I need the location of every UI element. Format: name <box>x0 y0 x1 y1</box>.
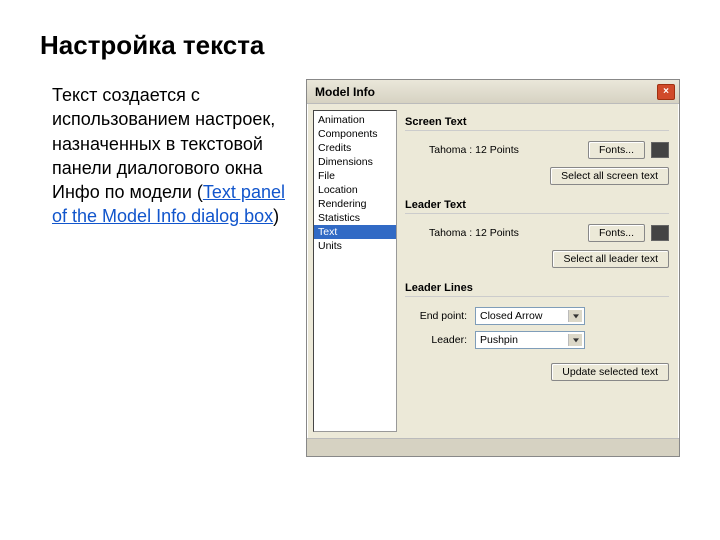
sidebar-item-location[interactable]: Location <box>314 183 396 197</box>
screen-text-font-desc: Tahoma : 12 Points <box>405 144 588 156</box>
leader-select[interactable]: Pushpin <box>475 331 585 349</box>
sidebar-item-statistics[interactable]: Statistics <box>314 211 396 225</box>
select-all-leader-text-button[interactable]: Select all leader text <box>552 250 669 268</box>
titlebar: Model Info × <box>307 80 679 104</box>
sidebar-item-credits[interactable]: Credits <box>314 141 396 155</box>
endpoint-value: Closed Arrow <box>480 310 542 322</box>
sidebar-item-units[interactable]: Units <box>314 239 396 253</box>
chevron-down-icon <box>573 338 579 342</box>
sidebar-item-file[interactable]: File <box>314 169 396 183</box>
select-all-screen-text-button[interactable]: Select all screen text <box>550 167 669 185</box>
slide-title: Настройка текста <box>40 30 680 61</box>
leader-label: Leader: <box>405 334 475 346</box>
screen-text-heading: Screen Text <box>405 116 669 128</box>
category-sidebar: Animation Components Credits Dimensions … <box>313 110 397 432</box>
status-bar <box>307 438 679 456</box>
endpoint-select[interactable]: Closed Arrow <box>475 307 585 325</box>
sidebar-item-text[interactable]: Text <box>314 225 396 239</box>
slide-body-text: Текст создается с использованием настрое… <box>40 79 290 457</box>
leader-text-fonts-button[interactable]: Fonts... <box>588 224 645 242</box>
update-selected-text-button[interactable]: Update selected text <box>551 363 669 381</box>
body-suffix: ) <box>273 206 279 226</box>
divider <box>405 213 669 214</box>
close-button[interactable]: × <box>657 84 675 100</box>
dialog-title: Model Info <box>315 85 657 99</box>
screen-text-fonts-button[interactable]: Fonts... <box>588 141 645 159</box>
sidebar-item-rendering[interactable]: Rendering <box>314 197 396 211</box>
leader-text-heading: Leader Text <box>405 199 669 211</box>
screen-text-color-swatch[interactable] <box>651 142 669 158</box>
leader-value: Pushpin <box>480 334 518 346</box>
text-settings-panel: Screen Text Tahoma : 12 Points Fonts... … <box>403 110 673 432</box>
leader-lines-heading: Leader Lines <box>405 282 669 294</box>
model-info-dialog: Model Info × Animation Components Credit… <box>306 79 680 457</box>
endpoint-label: End point: <box>405 310 475 322</box>
sidebar-item-dimensions[interactable]: Dimensions <box>314 155 396 169</box>
leader-text-color-swatch[interactable] <box>651 225 669 241</box>
divider <box>405 296 669 297</box>
chevron-down-icon <box>573 314 579 318</box>
sidebar-item-components[interactable]: Components <box>314 127 396 141</box>
leader-text-font-desc: Tahoma : 12 Points <box>405 227 588 239</box>
divider <box>405 130 669 131</box>
sidebar-item-animation[interactable]: Animation <box>314 113 396 127</box>
